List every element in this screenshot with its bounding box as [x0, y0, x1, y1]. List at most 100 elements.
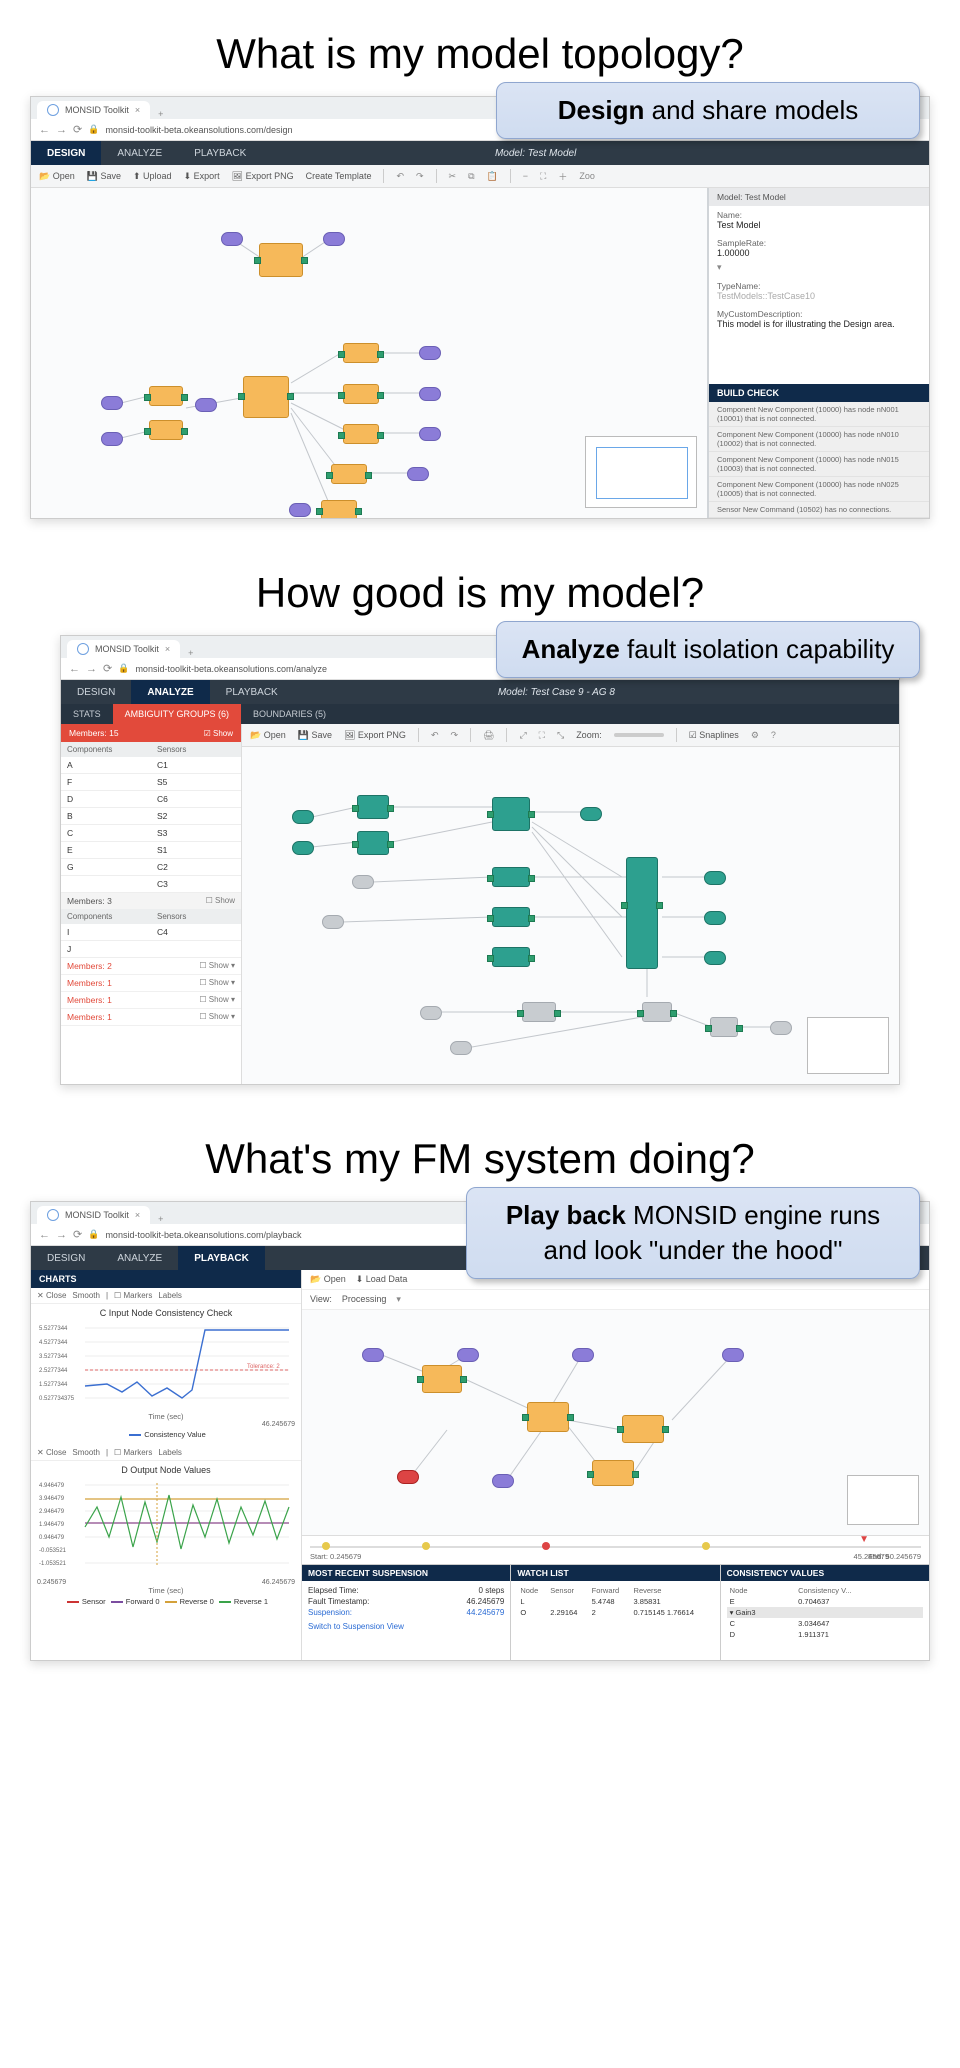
load-data-button[interactable]: ⬇ Load Data	[356, 1274, 408, 1285]
snaplines-toggle[interactable]: ☑ Snaplines	[689, 730, 739, 741]
members-sub[interactable]: Members: 3	[67, 896, 112, 906]
component-node[interactable]	[492, 867, 530, 887]
component-node[interactable]	[626, 857, 658, 969]
members-link[interactable]: Members: 1☐ Show ▾	[61, 992, 241, 1009]
sensor-node[interactable]	[221, 232, 243, 246]
sens-cell[interactable]: S5	[151, 774, 241, 791]
new-tab-icon[interactable]: +	[180, 648, 201, 658]
undo-icon[interactable]: ↶	[431, 730, 439, 741]
switch-view-link[interactable]: Switch to Suspension View	[308, 1622, 504, 1631]
component-node[interactable]	[343, 343, 379, 363]
minimap[interactable]	[847, 1475, 919, 1525]
sensor-node[interactable]	[322, 915, 344, 929]
sensor-node[interactable]	[722, 1348, 744, 1362]
print-icon[interactable]: 🖨	[483, 730, 494, 741]
sensor-node[interactable]	[492, 1474, 514, 1488]
sensor-node[interactable]	[770, 1021, 792, 1035]
component-node[interactable]	[243, 376, 289, 418]
redo-icon[interactable]: ↷	[450, 730, 458, 741]
settings-icon[interactable]: ⚙	[751, 730, 759, 741]
sensor-node[interactable]	[101, 396, 123, 410]
sens-cell[interactable]: S3	[151, 825, 241, 842]
design-canvas[interactable]	[31, 188, 709, 518]
sensor-node[interactable]	[292, 810, 314, 824]
sensor-node[interactable]	[420, 1006, 442, 1020]
sensor-node[interactable]	[704, 951, 726, 965]
new-tab-icon[interactable]: +	[150, 1214, 171, 1224]
typename-value[interactable]: TestModels::TestCase10	[709, 291, 929, 305]
paste-icon[interactable]: 📋	[487, 171, 498, 182]
subtab-ambiguity[interactable]: AMBIGUITY GROUPS (6)	[113, 704, 241, 724]
members-link[interactable]: Members: 1☐ Show ▾	[61, 1009, 241, 1026]
component-node[interactable]	[492, 797, 530, 831]
component-node[interactable]	[710, 1017, 738, 1037]
back-icon[interactable]: ←	[39, 1229, 50, 1241]
zoom-slider[interactable]	[614, 733, 664, 737]
component-node[interactable]	[422, 1365, 462, 1393]
browser-tab[interactable]: MONSID Toolkit ×	[37, 101, 150, 119]
chart-close[interactable]: ✕ Close	[37, 1291, 66, 1300]
open-button[interactable]: 📂 Open	[39, 171, 75, 182]
sens-cell[interactable]: S2	[151, 808, 241, 825]
comp-cell[interactable]: D	[61, 791, 151, 808]
forward-icon[interactable]: →	[86, 663, 97, 675]
tab-playback[interactable]: PLAYBACK	[178, 1246, 265, 1270]
chart-2-plot[interactable]: 4.946479 3.946479 2.946479 1.946479 0.94…	[37, 1477, 293, 1577]
sensor-node-fault[interactable]	[397, 1470, 419, 1484]
sensor-node[interactable]	[419, 427, 441, 441]
help-icon[interactable]: ?	[771, 730, 776, 740]
description-value[interactable]: This model is for illustrating the Desig…	[709, 319, 929, 333]
component-node[interactable]	[149, 386, 183, 406]
subtab-stats[interactable]: STATS	[61, 704, 113, 724]
sensor-node[interactable]	[362, 1348, 384, 1362]
component-node[interactable]	[149, 420, 183, 440]
tab-design[interactable]: DESIGN	[61, 680, 131, 704]
members-link[interactable]: Members: 2☐ Show ▾	[61, 958, 241, 975]
sensor-node[interactable]	[450, 1041, 472, 1055]
cursor-icon[interactable]: ▼	[859, 1534, 869, 1545]
open-button[interactable]: 📂 Open	[310, 1274, 346, 1285]
reload-icon[interactable]: ⟳	[73, 1228, 82, 1241]
sensor-node[interactable]	[580, 807, 602, 821]
sensor-node[interactable]	[704, 871, 726, 885]
zoom-out-icon[interactable]: −	[523, 171, 528, 181]
sens-cell[interactable]: C2	[151, 859, 241, 876]
comp-cell[interactable]: B	[61, 808, 151, 825]
component-node[interactable]	[357, 795, 389, 819]
view-mode[interactable]: Processing	[342, 1294, 387, 1305]
component-node[interactable]	[642, 1002, 672, 1022]
sensor-node[interactable]	[419, 387, 441, 401]
cut-icon[interactable]: ✂	[449, 171, 457, 182]
comp-cell[interactable]: A	[61, 757, 151, 774]
sensor-node[interactable]	[101, 432, 123, 446]
subtab-boundaries[interactable]: BOUNDARIES (5)	[241, 704, 338, 724]
comp-cell[interactable]: G	[61, 859, 151, 876]
tab-design[interactable]: DESIGN	[31, 141, 101, 165]
undo-icon[interactable]: ↶	[396, 171, 404, 182]
tab-analyze[interactable]: ANALYZE	[101, 1246, 178, 1270]
copy-icon[interactable]: ⧉	[468, 171, 474, 182]
minimap[interactable]	[585, 436, 697, 508]
tab-playback[interactable]: PLAYBACK	[210, 680, 294, 704]
analyze-canvas[interactable]	[242, 747, 899, 1084]
sensor-node[interactable]	[704, 911, 726, 925]
component-node[interactable]	[343, 384, 379, 404]
tab-playback[interactable]: PLAYBACK	[178, 141, 262, 165]
zoom-in-icon[interactable]: ＋	[558, 170, 567, 183]
back-icon[interactable]: ←	[39, 124, 50, 136]
new-tab-icon[interactable]: +	[150, 109, 171, 119]
playback-canvas[interactable]	[302, 1310, 929, 1535]
comp-cell[interactable]: F	[61, 774, 151, 791]
reload-icon[interactable]: ⟳	[103, 662, 112, 675]
tab-analyze[interactable]: ANALYZE	[101, 141, 178, 165]
members-link[interactable]: Members: 1☐ Show ▾	[61, 975, 241, 992]
open-button[interactable]: 📂 Open	[250, 730, 286, 741]
close-icon[interactable]: ×	[135, 105, 140, 115]
browser-tab[interactable]: MONSID Toolkit×	[67, 640, 180, 658]
comp-cell[interactable]: E	[61, 842, 151, 859]
component-node[interactable]	[522, 1002, 556, 1022]
browser-tab[interactable]: MONSID Toolkit×	[37, 1206, 150, 1224]
zoom-fit-icon[interactable]: ⛶	[540, 171, 546, 182]
component-node[interactable]	[331, 464, 367, 484]
reload-icon[interactable]: ⟳	[73, 123, 82, 136]
